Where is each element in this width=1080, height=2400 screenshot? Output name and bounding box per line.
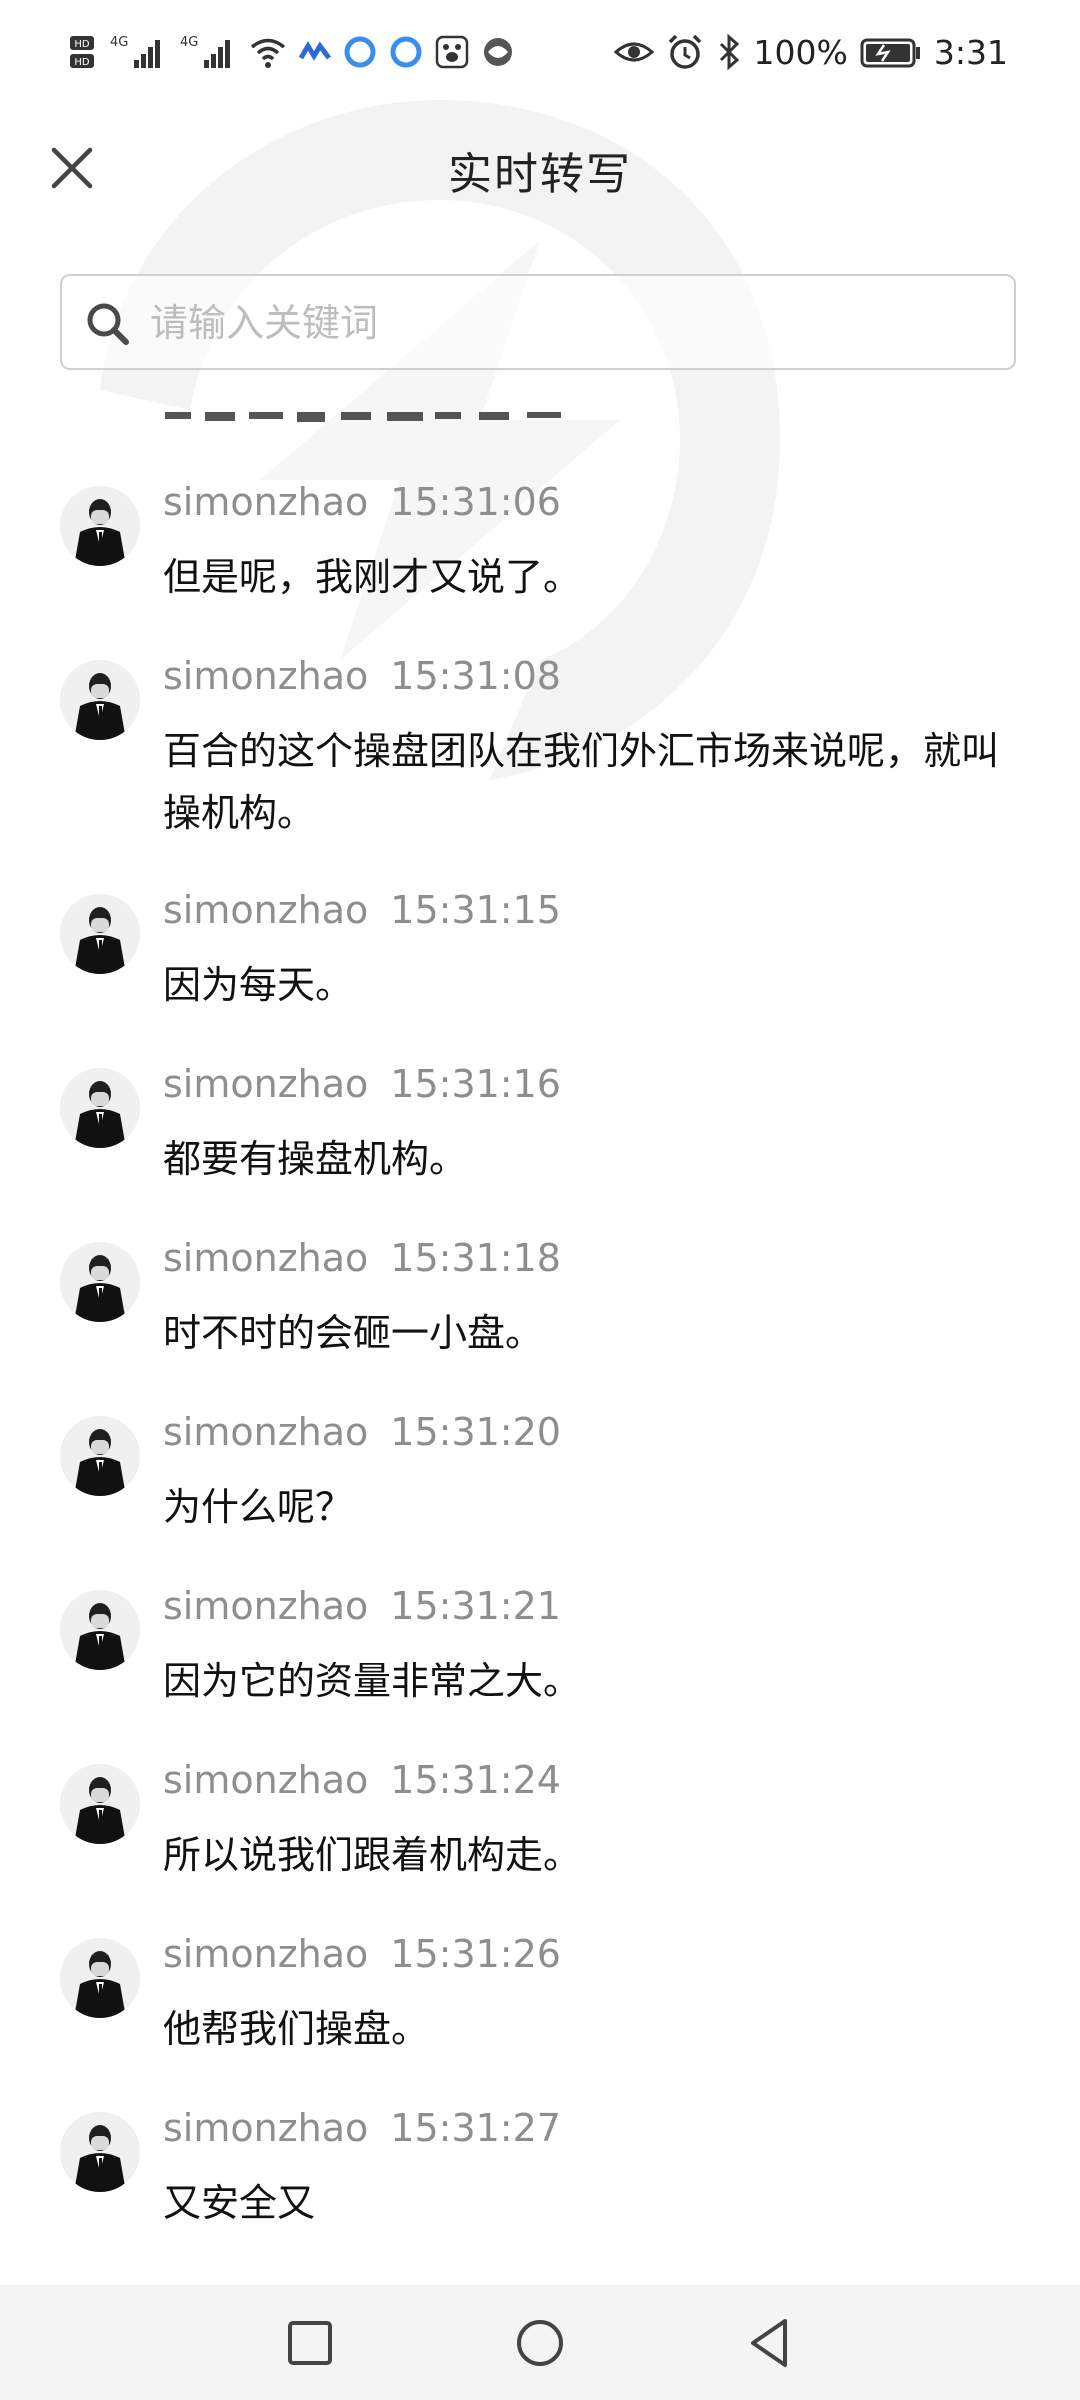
message-timestamp: 15:31:27 (390, 2106, 561, 2150)
speaker-name: simonzhao (163, 480, 369, 524)
message-meta: simonzhao 15:31:21 (163, 1584, 561, 1628)
avatar[interactable] (60, 1242, 140, 1322)
recent-apps-icon[interactable] (280, 2313, 340, 2373)
message-meta: simonzhao 15:31:06 (163, 480, 561, 524)
message-meta: simonzhao 15:31:16 (163, 1062, 561, 1106)
message-timestamp: 15:31:15 (390, 888, 561, 932)
speaker-name: simonzhao (163, 2106, 369, 2150)
clipped-text-fragment (165, 412, 561, 422)
message-timestamp: 15:31:18 (390, 1236, 561, 1280)
message-timestamp: 15:31:16 (390, 1062, 561, 1106)
message-meta: simonzhao 15:31:18 (163, 1236, 561, 1280)
home-icon[interactable] (510, 2313, 570, 2373)
message-timestamp: 15:31:20 (390, 1410, 561, 1454)
avatar[interactable] (60, 894, 140, 974)
message-text: 为什么呢？ (163, 1485, 354, 1529)
app-notification-icon (298, 41, 331, 61)
message-text: 他帮我们操盘。 (163, 2007, 430, 2051)
message-text: 因为它的资量非常之大。 (163, 1659, 582, 1703)
signal-4g-icon: 4G (180, 35, 230, 68)
search-input[interactable] (148, 276, 992, 370)
message-timestamp: 15:31:08 (390, 654, 561, 698)
svg-text:HD: HD (74, 39, 90, 50)
speaker-name: simonzhao (163, 888, 369, 932)
search-bar[interactable] (60, 274, 1016, 370)
svg-text:4G: 4G (180, 35, 198, 50)
search-icon (87, 303, 129, 345)
header: 实时转写 (0, 120, 1080, 220)
message-timestamp: 15:31:21 (390, 1584, 561, 1628)
message-timestamp: 15:31:24 (390, 1758, 561, 1802)
message-text: 因为每天。 (163, 963, 354, 1007)
signal-4g-icon: 4G (110, 35, 160, 68)
message-timestamp: 15:31:26 (390, 1932, 561, 1976)
speaker-name: simonzhao (163, 1236, 369, 1280)
scrolled-off-message (165, 412, 605, 434)
avatar[interactable] (60, 1938, 140, 2018)
message-text: 但是呢，我刚才又说了。 (163, 555, 582, 599)
bluetooth-icon (719, 33, 739, 71)
system-nav-bar (0, 2285, 1080, 2400)
hd-icon: HD HD (70, 36, 94, 68)
speaker-name: simonzhao (163, 1410, 369, 1454)
status-bar-right: 100% 3:31 (613, 30, 1008, 74)
app-notification-icon (344, 36, 376, 68)
message-meta: simonzhao 15:31:08 (163, 654, 561, 698)
app-notification-icon (390, 36, 422, 68)
avatar[interactable] (60, 1764, 140, 1844)
message-meta: simonzhao 15:31:20 (163, 1410, 561, 1454)
message-text: 所以说我们跟着机构走。 (163, 1833, 582, 1877)
baidu-icon (435, 35, 469, 69)
back-icon[interactable] (740, 2313, 800, 2373)
page-title: 实时转写 (448, 149, 632, 200)
message-text: 都要有操盘机构。 (163, 1137, 468, 1181)
speaker-name: simonzhao (163, 654, 369, 698)
browser-icon (484, 38, 512, 66)
battery-icon (860, 38, 920, 68)
wifi-icon (250, 38, 286, 68)
message-meta: simonzhao 15:31:24 (163, 1758, 561, 1802)
status-bar: HD HD 4G 4G 100% 3:31 (0, 0, 1080, 104)
message-meta: simonzhao 15:31:26 (163, 1932, 561, 1976)
speaker-name: simonzhao (163, 1062, 369, 1106)
avatar[interactable] (60, 2112, 140, 2192)
message-meta: simonzhao 15:31:27 (163, 2106, 561, 2150)
speaker-name: simonzhao (163, 1758, 369, 1802)
avatar[interactable] (60, 660, 140, 740)
speaker-name: simonzhao (163, 1932, 369, 1976)
message-timestamp: 15:31:06 (390, 480, 561, 524)
message-text: 百合的这个操盘团队在我们外汇市场来说呢，就叫操机构。 (163, 729, 1000, 835)
avatar[interactable] (60, 1416, 140, 1496)
svg-text:4G: 4G (110, 35, 128, 50)
message-text: 又安全又 (163, 2181, 316, 2225)
status-time: 3:31 (933, 32, 1008, 72)
avatar[interactable] (60, 1068, 140, 1148)
avatar[interactable] (60, 1590, 140, 1670)
alarm-icon (668, 34, 701, 69)
svg-text:HD: HD (74, 57, 90, 68)
avatar[interactable] (60, 486, 140, 566)
message-text: 时不时的会砸一小盘。 (163, 1311, 544, 1355)
status-bar-left: HD HD 4G 4G (68, 30, 516, 74)
battery-percent: 100% (753, 32, 848, 72)
message-meta: simonzhao 15:31:15 (163, 888, 561, 932)
eye-icon (613, 42, 654, 62)
speaker-name: simonzhao (163, 1584, 369, 1628)
